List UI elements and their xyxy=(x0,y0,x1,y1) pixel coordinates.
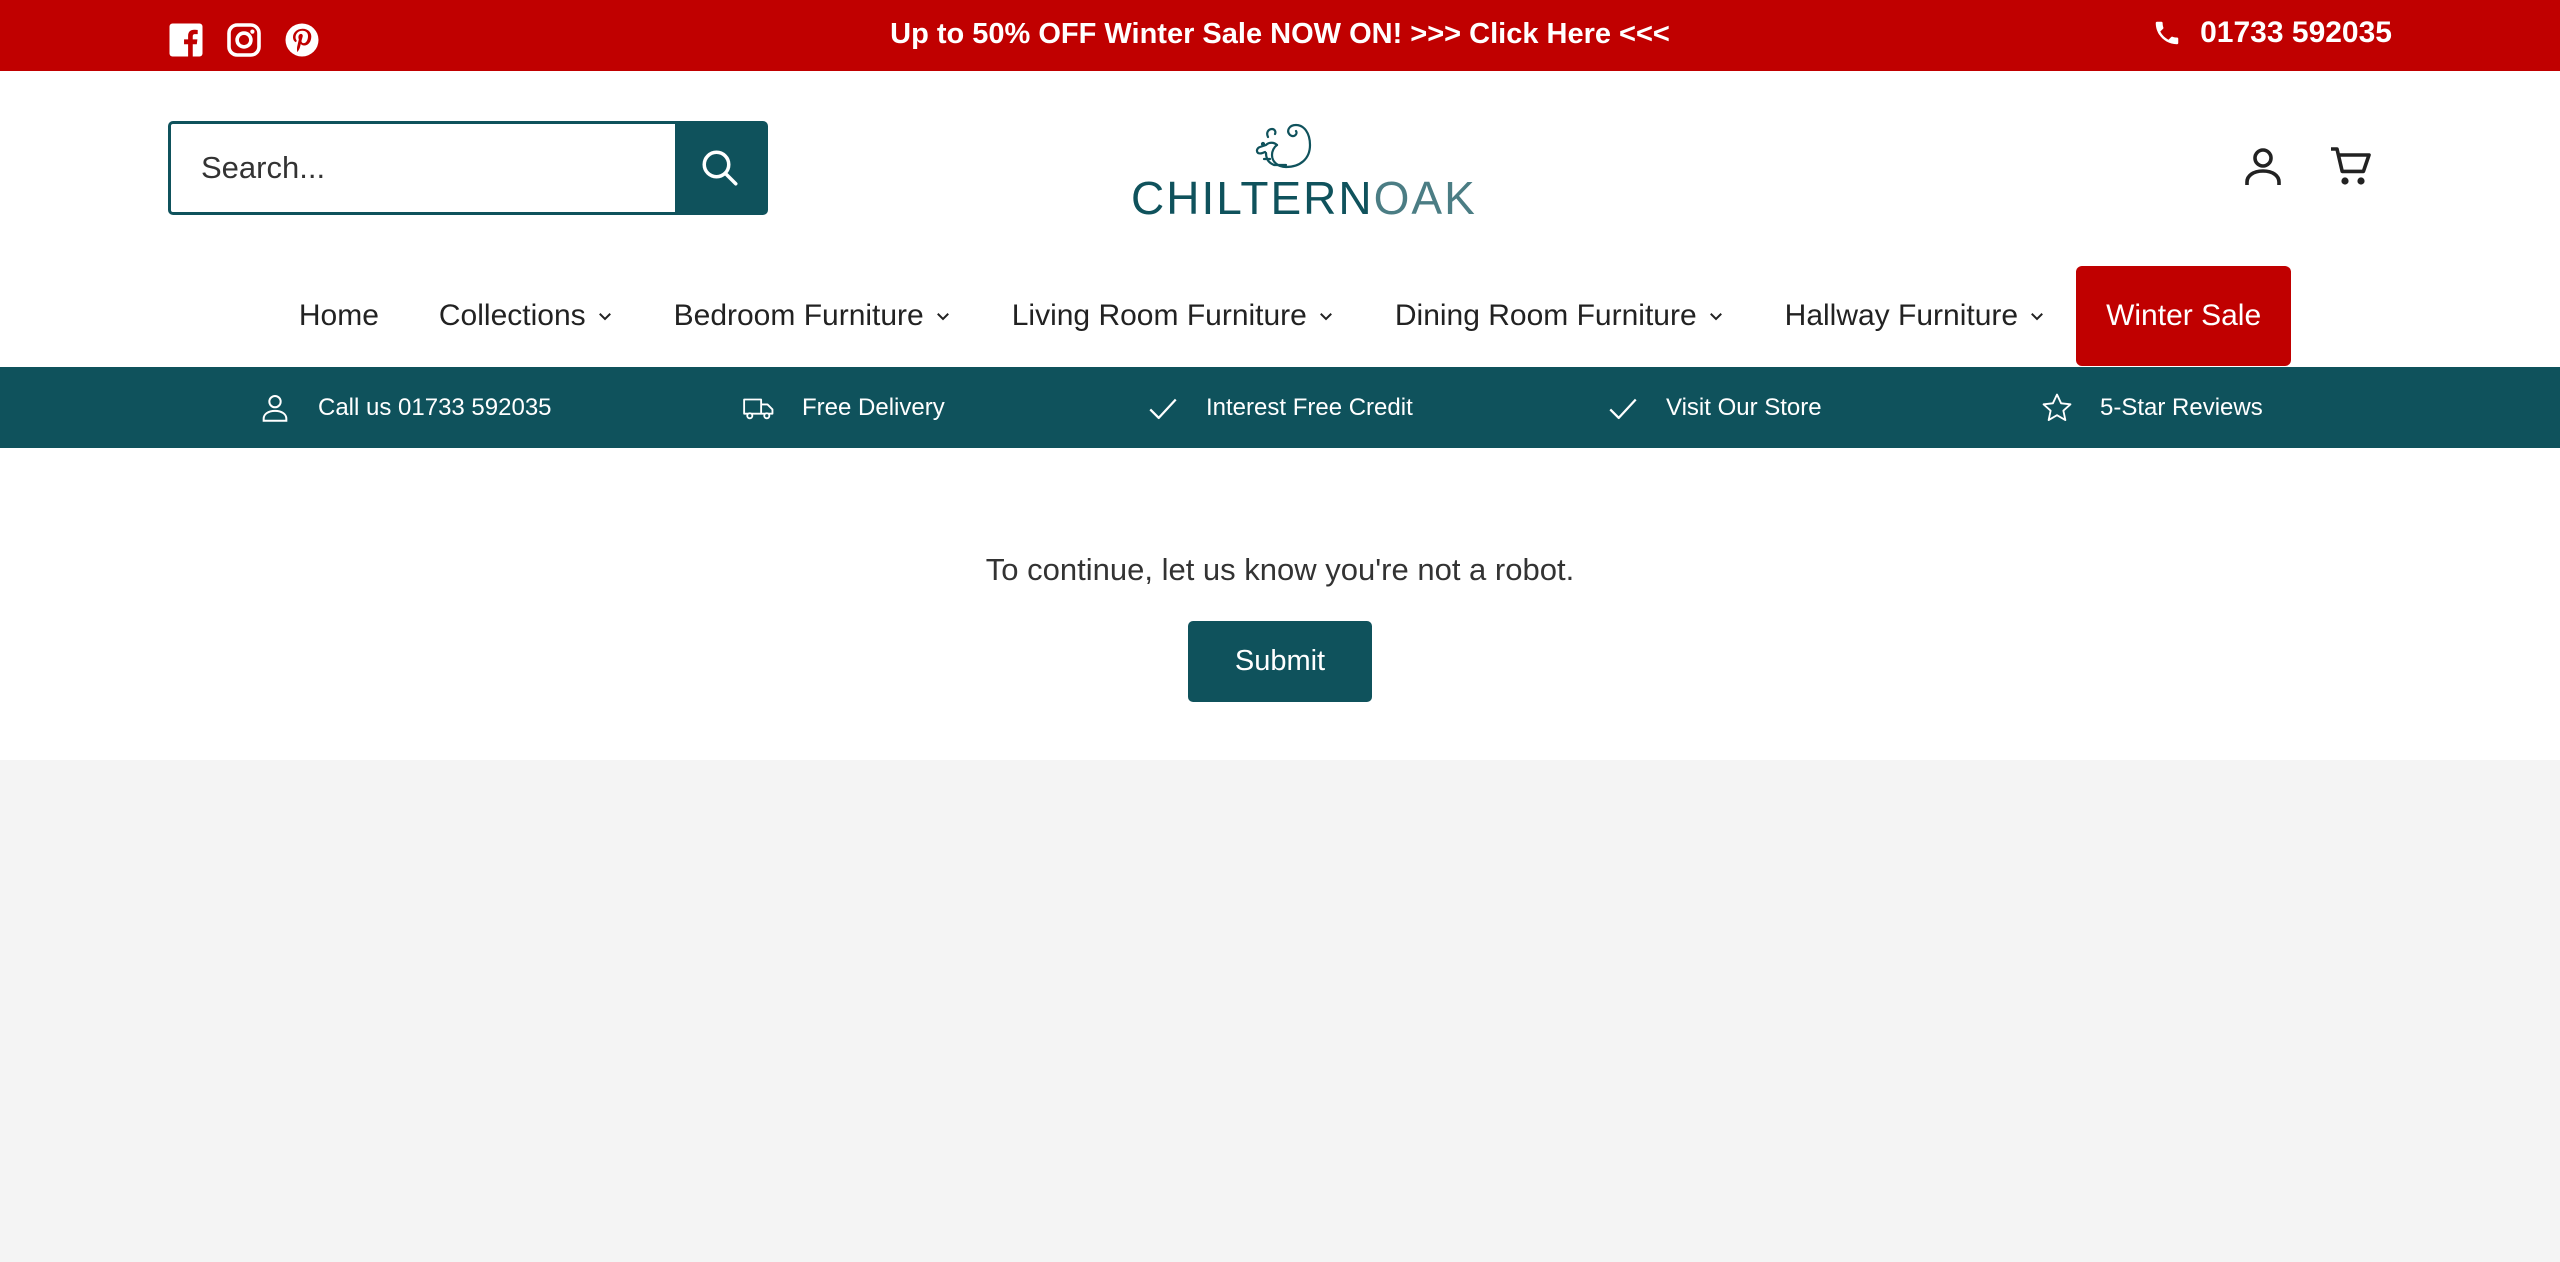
search-button[interactable] xyxy=(675,124,765,212)
truck-icon xyxy=(743,398,774,419)
usp-item-5-star-reviews[interactable]: 5-Star Reviews xyxy=(2040,367,2263,448)
logo-text-chiltern: CHILTERN xyxy=(1131,172,1374,224)
usp-label: Call us 01733 592035 xyxy=(318,393,552,421)
chevron-down-icon xyxy=(1319,313,1332,321)
nav-item-label: Winter Sale xyxy=(2106,299,2262,332)
nav-item-label: Dining Room Furniture xyxy=(1394,299,1697,332)
search-form xyxy=(168,121,768,215)
nav-item-hallway-furniture[interactable]: Hallway Furniture xyxy=(1755,266,2076,366)
header-actions xyxy=(2239,143,2375,191)
nav-item-collections[interactable]: Collections xyxy=(409,266,644,366)
chevron-down-icon xyxy=(936,313,949,321)
phone-icon xyxy=(2152,18,2182,48)
nav-item-bedroom-furniture[interactable]: Bedroom Furniture xyxy=(644,266,982,366)
nav-item-living-room-furniture[interactable]: Living Room Furniture xyxy=(982,266,1365,366)
chevron-down-icon xyxy=(598,313,611,321)
main-content: To continue, let us know you're not a ro… xyxy=(0,448,2560,760)
nav-item-label: Collections xyxy=(438,299,586,332)
usp-label: 5-Star Reviews xyxy=(2100,393,2263,421)
nav-item-label: Hallway Furniture xyxy=(1784,299,2019,332)
account-icon[interactable] xyxy=(2239,143,2287,191)
nav-item-dining-room-furniture[interactable]: Dining Room Furniture xyxy=(1365,266,1755,366)
site-logo[interactable]: CHILTERNOAK xyxy=(1131,107,1475,224)
nav-item-winter-sale[interactable]: Winter Sale xyxy=(2076,266,2292,366)
captcha-message: To continue, let us know you're not a ro… xyxy=(985,552,1575,587)
announcement-bar: Up to 50% OFF Winter Sale NOW ON! >>> Cl… xyxy=(0,0,2560,71)
usp-label: Interest Free Credit xyxy=(1206,393,1413,421)
usp-item-call-us[interactable]: Call us 01733 592035 xyxy=(258,367,552,448)
star-icon xyxy=(2042,393,2072,421)
chevron-down-icon xyxy=(1709,313,1722,321)
usp-item-interest-free-credit[interactable]: Interest Free Credit xyxy=(1146,367,1413,448)
usp-item-free-delivery[interactable]: Free Delivery xyxy=(742,367,945,448)
usp-label: Visit Our Store xyxy=(1666,393,1822,421)
usp-label: Free Delivery xyxy=(802,393,945,421)
nav-item-label: Bedroom Furniture xyxy=(673,299,924,332)
usp-item-visit-our-store[interactable]: Visit Our Store xyxy=(1606,367,1822,448)
page-footer-area xyxy=(0,760,2560,1262)
usp-bar: Call us 01733 592035 Free Delivery Inter… xyxy=(0,367,2560,448)
submit-button[interactable]: Submit xyxy=(1188,621,1372,702)
nav-item-label: Home xyxy=(298,299,379,332)
nav-item-label: Living Room Furniture xyxy=(1011,299,1307,332)
squirrel-logo-icon xyxy=(1255,123,1312,169)
nav-item-home[interactable]: Home xyxy=(269,266,409,366)
site-header: CHILTERNOAK Home Collections Bedroom Fur… xyxy=(0,71,2560,367)
phone-number: 01733 592035 xyxy=(2200,16,2392,49)
check-icon xyxy=(1609,398,1637,419)
logo-text-oak: OAK xyxy=(1373,172,1477,224)
search-input[interactable] xyxy=(171,124,675,212)
chevron-down-icon xyxy=(2031,313,2044,321)
check-icon xyxy=(1149,398,1177,419)
main-navigation: Home Collections Bedroom Furniture Livin… xyxy=(0,266,2560,366)
person-icon xyxy=(262,394,288,422)
announcement-phone[interactable]: 01733 592035 xyxy=(2152,16,2392,50)
logo-wordmark: CHILTERNOAK xyxy=(1131,171,1475,225)
search-icon xyxy=(702,150,738,186)
cart-icon[interactable] xyxy=(2327,143,2375,191)
